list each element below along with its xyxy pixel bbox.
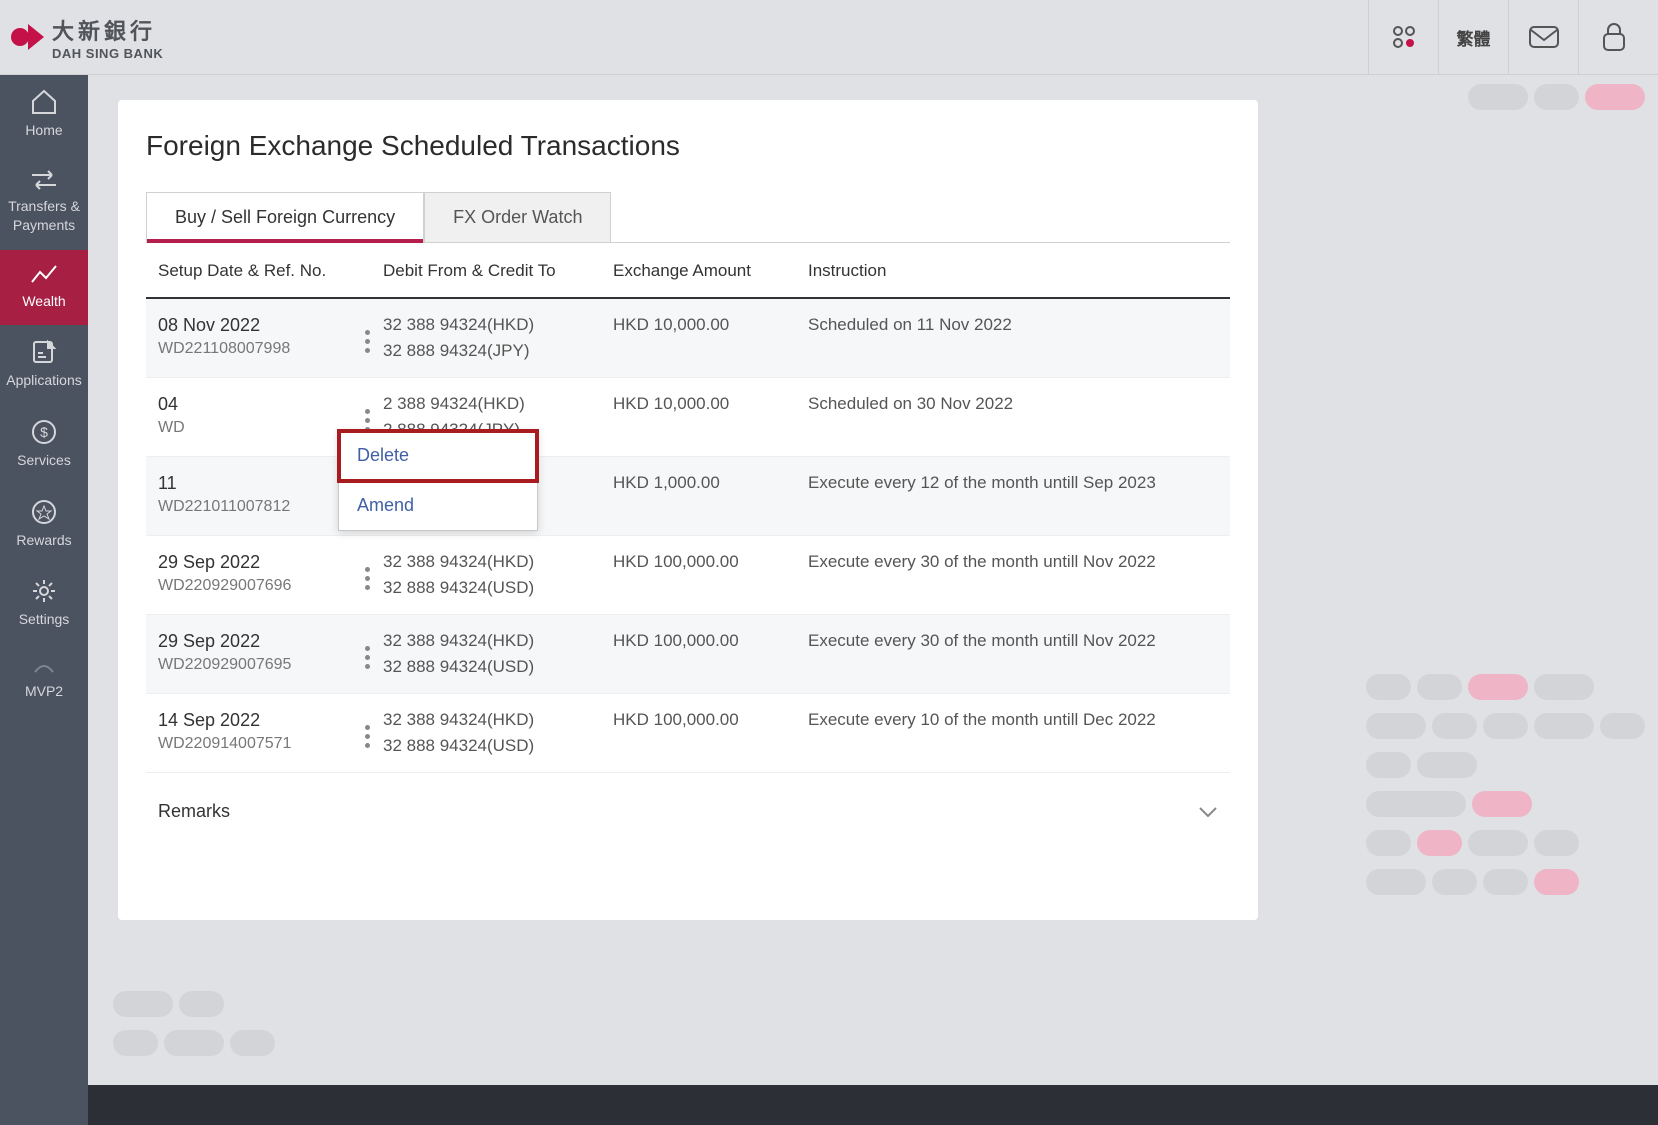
chevron-down-icon bbox=[1198, 806, 1218, 818]
mail-button[interactable] bbox=[1508, 0, 1578, 74]
transfers-icon bbox=[30, 169, 58, 191]
row-date: 29 Sep 2022 bbox=[158, 631, 353, 652]
row-actions-button[interactable] bbox=[355, 716, 379, 756]
top-bar: 大新銀行 DAH SING BANK 繁體 bbox=[0, 0, 1658, 75]
row-debit-account: 32 388 94324(HKD) bbox=[383, 710, 613, 730]
sidebar-item-mvp2[interactable]: MVP2 bbox=[0, 644, 88, 716]
row-date: 04 bbox=[158, 394, 353, 415]
sidebar-item-home[interactable]: Home bbox=[0, 75, 88, 155]
sidebar-item-applications[interactable]: Applications bbox=[0, 325, 88, 405]
apps-grid-button[interactable] bbox=[1368, 0, 1438, 74]
row-instruction: Execute every 10 of the month untill Dec… bbox=[808, 710, 1218, 730]
table-row[interactable]: 14 Sep 2022 WD220914007571 32 388 94324(HK… bbox=[146, 694, 1230, 773]
row-ref: WD220914007571 bbox=[158, 735, 353, 753]
lock-button[interactable] bbox=[1578, 0, 1648, 74]
row-amount: HKD 10,000.00 bbox=[613, 394, 808, 414]
table-row[interactable]: 08 Nov 2022 WD221108007998 32 388 94324(HK… bbox=[146, 299, 1230, 378]
sidebar-item-label: Settings bbox=[19, 610, 70, 630]
row-debit-account: 32 388 94324(HKD) bbox=[383, 631, 613, 651]
row-instruction: Execute every 30 of the month untill Nov… bbox=[808, 552, 1218, 572]
sidebar-item-label: MVP2 bbox=[25, 682, 63, 702]
col-header-instruction: Instruction bbox=[808, 261, 1218, 281]
remarks-label: Remarks bbox=[158, 801, 230, 822]
sidebar-item-rewards[interactable]: Rewards bbox=[0, 485, 88, 565]
row-instruction: Scheduled on 11 Nov 2022 bbox=[808, 315, 1218, 335]
row-amount: HKD 100,000.00 bbox=[613, 631, 808, 651]
table-row[interactable]: 29 Sep 2022 WD220929007696 32 388 94324(HK… bbox=[146, 536, 1230, 615]
logo-icon bbox=[10, 20, 44, 54]
row-actions-button[interactable] bbox=[355, 558, 379, 598]
sidebar-item-label: Transfers & Payments bbox=[2, 197, 86, 236]
row-ref: WD220929007696 bbox=[158, 577, 353, 595]
sidebar-item-wealth[interactable]: Wealth bbox=[0, 250, 88, 326]
col-header-exchange-amount: Exchange Amount bbox=[613, 261, 808, 281]
applications-icon bbox=[31, 339, 57, 365]
sidebar-item-label: Services bbox=[17, 451, 71, 471]
logo-text-en: DAH SING BANK bbox=[52, 46, 163, 61]
col-header-setup-date: Setup Date & Ref. No. bbox=[158, 261, 383, 281]
sidebar-item-label: Home bbox=[25, 121, 62, 141]
row-actions-button[interactable] bbox=[355, 637, 379, 677]
sidebar: Home Transfers & Payments Wealth Applica… bbox=[0, 75, 88, 1125]
menu-item-amend[interactable]: Amend bbox=[339, 481, 537, 530]
row-instruction: Execute every 12 of the month untill Sep… bbox=[808, 473, 1218, 493]
svg-text:$: $ bbox=[40, 424, 48, 440]
brand-logo: 大新銀行 DAH SING BANK bbox=[10, 14, 163, 61]
gear-icon bbox=[31, 578, 57, 604]
logo-text-cn: 大新銀行 bbox=[52, 14, 163, 46]
sidebar-item-services[interactable]: $ Services bbox=[0, 405, 88, 485]
row-actions-button[interactable] bbox=[355, 321, 379, 361]
col-header-debit-credit: Debit From & Credit To bbox=[383, 261, 613, 281]
row-credit-account: 32 888 94324(USD) bbox=[383, 736, 613, 756]
row-instruction: Execute every 30 of the month untill Nov… bbox=[808, 631, 1218, 651]
row-date: 29 Sep 2022 bbox=[158, 552, 353, 573]
sidebar-item-label: Applications bbox=[6, 371, 82, 391]
row-debit-account: 2 388 94324(HKD) bbox=[383, 394, 613, 414]
row-ref: WD221011007812 bbox=[158, 498, 353, 516]
table-row[interactable]: 11WD2210110078122 388 94324(HKD)32 888 9… bbox=[146, 457, 1230, 536]
remarks-toggle[interactable]: Remarks bbox=[118, 783, 1258, 822]
row-date: 11 bbox=[158, 473, 353, 494]
row-instruction: Scheduled on 30 Nov 2022 bbox=[808, 394, 1218, 414]
row-credit-account: 32 888 94324(USD) bbox=[383, 657, 613, 677]
services-icon: $ bbox=[31, 419, 57, 445]
row-credit-account: 32 888 94324(USD) bbox=[383, 578, 613, 598]
tab-bar: Buy / Sell Foreign Currency FX Order Wat… bbox=[118, 192, 1258, 242]
footer-bar bbox=[88, 1085, 1658, 1125]
tab-buy-sell[interactable]: Buy / Sell Foreign Currency bbox=[146, 192, 424, 242]
sidebar-item-label: Wealth bbox=[22, 292, 65, 312]
row-date: 14 Sep 2022 bbox=[158, 710, 353, 731]
sidebar-item-transfers[interactable]: Transfers & Payments bbox=[0, 155, 88, 250]
row-ref: WD220929007695 bbox=[158, 656, 353, 674]
page-title: Foreign Exchange Scheduled Transactions bbox=[118, 130, 1258, 192]
tab-fx-order-watch[interactable]: FX Order Watch bbox=[424, 192, 611, 242]
table-row[interactable]: 29 Sep 2022 WD220929007695 32 388 94324(HK… bbox=[146, 615, 1230, 694]
row-debit-account: 32 388 94324(HKD) bbox=[383, 315, 613, 335]
table-row[interactable]: 04WD2 388 94324(HKD)2 888 94324(JPY)HKD … bbox=[146, 378, 1230, 457]
row-action-menu: Delete Amend bbox=[338, 430, 538, 531]
row-date: 08 Nov 2022 bbox=[158, 315, 353, 336]
content-card: Foreign Exchange Scheduled Transactions … bbox=[118, 100, 1258, 920]
rewards-icon bbox=[31, 499, 57, 525]
sidebar-item-label: Rewards bbox=[16, 531, 71, 551]
row-debit-account: 32 388 94324(HKD) bbox=[383, 552, 613, 572]
row-amount: HKD 10,000.00 bbox=[613, 315, 808, 335]
transactions-table: Setup Date & Ref. No. Debit From & Credi… bbox=[146, 242, 1230, 773]
menu-item-delete[interactable]: Delete bbox=[339, 431, 537, 481]
row-amount: HKD 100,000.00 bbox=[613, 710, 808, 730]
row-ref: WD bbox=[158, 419, 353, 437]
row-amount: HKD 1,000.00 bbox=[613, 473, 808, 493]
row-ref: WD221108007998 bbox=[158, 340, 353, 358]
row-credit-account: 32 888 94324(JPY) bbox=[383, 341, 613, 361]
mvp2-icon bbox=[33, 658, 55, 676]
language-toggle[interactable]: 繁體 bbox=[1438, 0, 1508, 74]
home-icon bbox=[30, 89, 58, 115]
row-amount: HKD 100,000.00 bbox=[613, 552, 808, 572]
wealth-icon bbox=[30, 264, 58, 286]
sidebar-item-settings[interactable]: Settings bbox=[0, 564, 88, 644]
